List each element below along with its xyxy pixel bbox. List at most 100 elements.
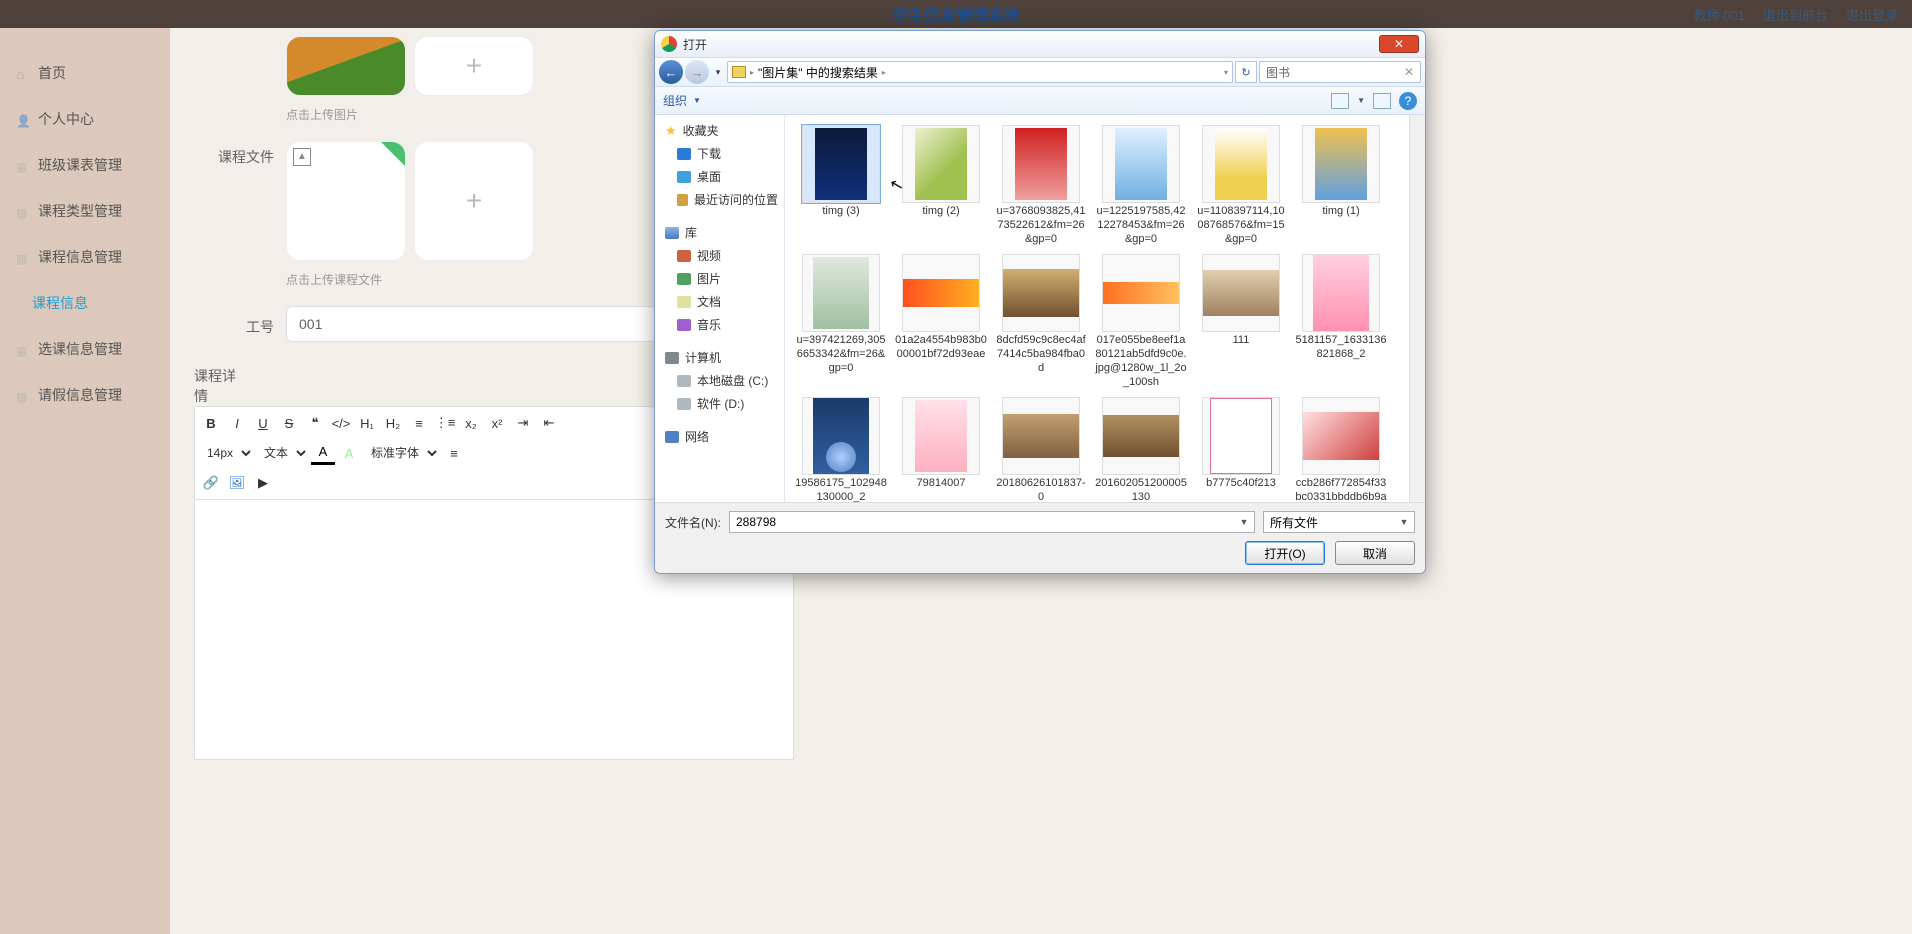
- subscript-button[interactable]: x₂: [459, 411, 483, 435]
- nav-libraries[interactable]: 库: [655, 221, 784, 244]
- fontfamily-select[interactable]: 标准字体: [363, 443, 440, 463]
- file-list[interactable]: timg (3) timg (2) u=3768093825,417352261…: [785, 115, 1409, 502]
- nav-videos[interactable]: 视频: [655, 244, 784, 267]
- nav-computer[interactable]: 计算机: [655, 346, 784, 369]
- user-icon: [16, 112, 30, 126]
- logout-button[interactable]: 退出登录: [1846, 5, 1898, 24]
- view-dropdown-icon[interactable]: ▼: [1357, 96, 1365, 105]
- file-item[interactable]: b7775c40f213: [1193, 395, 1289, 502]
- file-list-scrollbar[interactable]: [1409, 115, 1425, 502]
- dialog-close-button[interactable]: ✕: [1379, 35, 1419, 53]
- sidebar-item-leave-info[interactable]: 请假信息管理: [0, 372, 170, 418]
- h2-button[interactable]: H₂: [381, 411, 405, 435]
- sidebar-item-class-schedule[interactable]: 班级课表管理: [0, 142, 170, 188]
- file-item[interactable]: u=397421269,3056653342&fm=26&gp=0: [793, 252, 889, 391]
- file-item[interactable]: 01a2a4554b983b000001bf72d93eae: [893, 252, 989, 391]
- grid-icon: [16, 388, 30, 402]
- view-thumbnails-button[interactable]: [1331, 93, 1349, 109]
- file-item[interactable]: ccb286f772854f33bc0331bbddb6b9aea: [1293, 395, 1389, 502]
- superscript-button[interactable]: x²: [485, 411, 509, 435]
- file-item[interactable]: timg (3): [793, 123, 889, 248]
- dropdown-icon[interactable]: ▼: [1396, 517, 1412, 527]
- organize-button[interactable]: 组织 ▼: [663, 92, 701, 109]
- file-item[interactable]: 8dcfd59c9c8ec4af7414c5ba984fba0d: [993, 252, 1089, 391]
- h1-button[interactable]: H₁: [355, 411, 379, 435]
- plus-icon: +: [466, 50, 482, 82]
- uploaded-image-thumb[interactable]: [286, 36, 406, 96]
- sidebar-item-enroll-info[interactable]: 选课信息管理: [0, 326, 170, 372]
- link-button[interactable]: 🔗: [199, 471, 223, 495]
- address-bar[interactable]: ▸ "图片集" 中的搜索结果 ▸ ▾: [727, 61, 1233, 83]
- file-item[interactable]: 19586175_102948130000_2: [793, 395, 889, 502]
- nav-drive-c[interactable]: 本地磁盘 (C:): [655, 369, 784, 392]
- nav-music[interactable]: 音乐: [655, 313, 784, 336]
- strike-button[interactable]: S: [277, 411, 301, 435]
- file-item[interactable]: u=1225197585,4212278453&fm=26&gp=0: [1093, 123, 1189, 248]
- help-button[interactable]: ?: [1399, 92, 1417, 110]
- file-item[interactable]: 017e055be8eef1a80121ab5dfd9c0e.jpg@1280w…: [1093, 252, 1189, 391]
- file-item[interactable]: timg (1): [1293, 123, 1389, 248]
- open-button[interactable]: 打开(O): [1245, 541, 1325, 565]
- dialog-toolbar: 组织 ▼ ▼ ?: [655, 87, 1425, 115]
- file-item[interactable]: u=1108397114,1008768576&fm=15&gp=0: [1193, 123, 1289, 248]
- search-value: 图书: [1266, 64, 1290, 81]
- text-style-select[interactable]: 文本: [256, 443, 309, 463]
- video-button[interactable]: ▶: [251, 471, 275, 495]
- code-button[interactable]: </>: [329, 411, 353, 435]
- nav-pictures[interactable]: 图片: [655, 267, 784, 290]
- app-title: 学生信息管理系统: [892, 2, 1020, 26]
- nav-drive-d[interactable]: 软件 (D:): [655, 392, 784, 415]
- nav-history-dropdown[interactable]: ▾: [711, 61, 725, 83]
- indent-button[interactable]: ⇥: [511, 411, 535, 435]
- preview-pane-button[interactable]: [1373, 93, 1391, 109]
- upload-image-button[interactable]: +: [414, 36, 534, 96]
- file-item[interactable]: timg (2): [893, 123, 989, 248]
- highlight-button[interactable]: A: [337, 441, 361, 465]
- filename-combo[interactable]: 288798 ▼: [729, 511, 1255, 533]
- italic-button[interactable]: I: [225, 411, 249, 435]
- refresh-button[interactable]: ↻: [1235, 61, 1257, 83]
- nav-network[interactable]: 网络: [655, 425, 784, 448]
- sidebar-item-home[interactable]: 首页: [0, 50, 170, 96]
- file-item[interactable]: 5181157_1633136821868_2: [1293, 252, 1389, 391]
- dropdown-icon[interactable]: ▼: [1236, 517, 1252, 527]
- list-ordered-button[interactable]: ≡: [407, 411, 431, 435]
- list-bullet-button[interactable]: ⋮≡: [433, 411, 457, 435]
- nav-back-button[interactable]: ←: [659, 60, 683, 84]
- search-clear-button[interactable]: ✕: [1404, 65, 1414, 79]
- dialog-navbar: ← → ▾ ▸ "图片集" 中的搜索结果 ▸ ▾ ↻ 图书 ✕: [655, 57, 1425, 87]
- file-item[interactable]: 20180626101837-0: [993, 395, 1089, 502]
- underline-button[interactable]: U: [251, 411, 275, 435]
- cancel-button[interactable]: 取消: [1335, 541, 1415, 565]
- file-item[interactable]: 79814007: [893, 395, 989, 502]
- search-box[interactable]: 图书 ✕: [1259, 61, 1421, 83]
- quote-button[interactable]: ❝: [303, 411, 327, 435]
- exit-to-front-button[interactable]: 退出到前台: [1763, 5, 1828, 24]
- sidebar-item-profile[interactable]: 个人中心: [0, 96, 170, 142]
- fontsize-select[interactable]: 14px: [199, 443, 254, 463]
- nav-documents[interactable]: 文档: [655, 290, 784, 313]
- font-color-button[interactable]: A: [311, 441, 335, 465]
- sidebar-item-course-info-mgmt[interactable]: 课程信息管理: [0, 234, 170, 280]
- nav-favorites[interactable]: ★收藏夹: [655, 119, 784, 142]
- nav-desktop[interactable]: 桌面: [655, 165, 784, 188]
- breadcrumb-separator-icon: ▸: [750, 68, 754, 77]
- align-button[interactable]: ≡: [442, 441, 466, 465]
- address-dropdown-icon[interactable]: ▾: [1224, 68, 1228, 77]
- sidebar-item-course-info[interactable]: 课程信息: [0, 280, 170, 326]
- file-item[interactable]: 111: [1193, 252, 1289, 391]
- bold-button[interactable]: B: [199, 411, 223, 435]
- filetype-filter-combo[interactable]: 所有文件 ▼: [1263, 511, 1415, 533]
- nav-recent[interactable]: 最近访问的位置: [655, 188, 784, 211]
- sidebar-item-course-type[interactable]: 课程类型管理: [0, 188, 170, 234]
- file-item[interactable]: 201602051200005130: [1093, 395, 1189, 502]
- image-button[interactable]: 🖼: [225, 471, 249, 495]
- filter-value: 所有文件: [1270, 514, 1396, 531]
- file-item[interactable]: u=3768093825,4173522612&fm=26&gp=0: [993, 123, 1089, 248]
- nav-downloads[interactable]: 下载: [655, 142, 784, 165]
- uploaded-coursefile-thumb[interactable]: ▲: [286, 141, 406, 261]
- upload-coursefile-button[interactable]: +: [414, 141, 534, 261]
- nav-forward-button[interactable]: →: [685, 60, 709, 84]
- outdent-button[interactable]: ⇤: [537, 411, 561, 435]
- current-user[interactable]: 教师 001: [1694, 5, 1745, 24]
